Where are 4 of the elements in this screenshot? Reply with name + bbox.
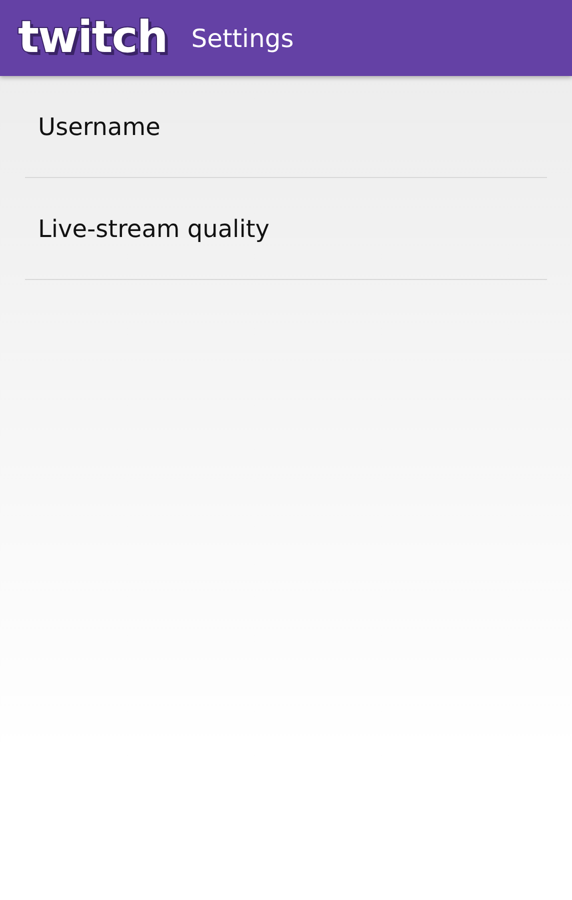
settings-item[interactable]: Live-stream quality — [25, 178, 547, 280]
screen-title: Settings — [191, 24, 294, 52]
app-logo[interactable]: twitch — [18, 16, 168, 60]
settings-item[interactable]: Username — [25, 76, 547, 178]
